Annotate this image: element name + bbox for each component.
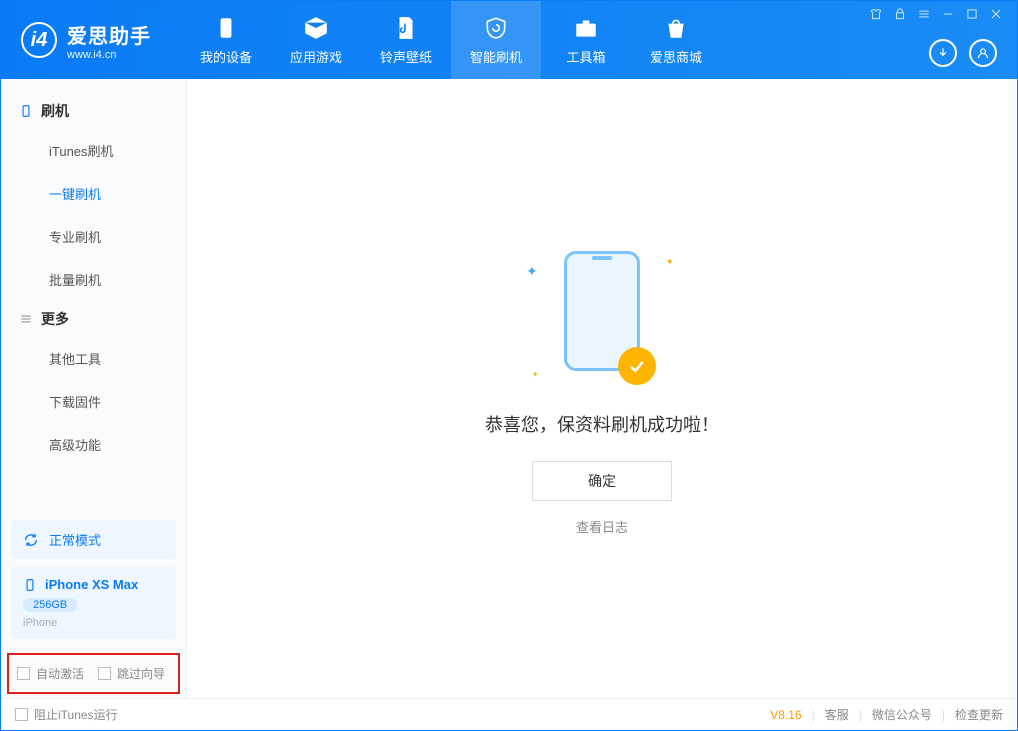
sidebar-item-batch-flash[interactable]: 批量刷机 <box>1 258 186 301</box>
checkbox-icon <box>15 708 28 721</box>
sidebar-item-download-firmware[interactable]: 下载固件 <box>1 380 186 423</box>
device-type: iPhone <box>23 617 164 629</box>
tab-label: 铃声壁纸 <box>380 47 432 66</box>
tab-my-device[interactable]: 我的设备 <box>181 1 271 79</box>
device-icon <box>213 15 239 41</box>
header-right-icons <box>929 39 997 67</box>
tab-label: 智能刷机 <box>470 47 522 66</box>
minimize-icon[interactable] <box>941 7 955 24</box>
app-window: i4 爱思助手 www.i4.cn 我的设备 应用游戏 铃声壁纸 智能刷机 <box>0 0 1018 731</box>
sync-icon <box>23 532 39 548</box>
header: i4 爱思助手 www.i4.cn 我的设备 应用游戏 铃声壁纸 智能刷机 <box>1 1 1017 79</box>
success-check-icon <box>618 347 656 385</box>
success-message: 恭喜您，保资料刷机成功啦！ <box>485 411 719 437</box>
device-capacity: 256GB <box>23 598 77 612</box>
cube-icon <box>303 15 329 41</box>
maximize-icon[interactable] <box>965 7 979 24</box>
list-icon <box>19 312 33 326</box>
support-link[interactable]: 客服 <box>825 706 849 723</box>
user-button[interactable] <box>969 39 997 67</box>
tab-ringtone-wallpaper[interactable]: 铃声壁纸 <box>361 1 451 79</box>
nav-tabs: 我的设备 应用游戏 铃声壁纸 智能刷机 工具箱 爱思商城 <box>181 1 721 79</box>
tab-label: 我的设备 <box>200 47 252 66</box>
sidebar-item-pro-flash[interactable]: 专业刷机 <box>1 215 186 258</box>
bag-icon <box>663 15 689 41</box>
window-controls <box>869 7 1003 24</box>
tab-label: 应用游戏 <box>290 47 342 66</box>
device-name: iPhone XS Max <box>45 577 138 592</box>
checkbox-label: 阻止iTunes运行 <box>34 706 118 723</box>
checkbox-icon <box>17 667 30 680</box>
success-graphic: ✦ ✦ ✦ <box>502 241 702 391</box>
phone-icon <box>23 578 37 592</box>
body: 刷机 iTunes刷机 一键刷机 专业刷机 批量刷机 更多 其他工具 下载固件 … <box>1 79 1017 698</box>
ok-button[interactable]: 确定 <box>532 461 672 501</box>
checkbox-auto-activate[interactable]: 自动激活 <box>17 665 84 682</box>
checkbox-label: 自动激活 <box>36 665 84 682</box>
view-log-link[interactable]: 查看日志 <box>576 517 628 536</box>
checkbox-skip-guide[interactable]: 跳过向导 <box>98 665 165 682</box>
tab-toolbox[interactable]: 工具箱 <box>541 1 631 79</box>
app-title: 爱思助手 <box>67 20 151 49</box>
section-label: 更多 <box>41 309 69 329</box>
section-label: 刷机 <box>41 101 69 121</box>
footer: 阻止iTunes运行 V8.16 | 客服 | 微信公众号 | 检查更新 <box>1 698 1017 730</box>
mode-box[interactable]: 正常模式 <box>11 520 176 559</box>
download-button[interactable] <box>929 39 957 67</box>
refresh-shield-icon <box>483 15 509 41</box>
sidebar-item-onekey-flash[interactable]: 一键刷机 <box>1 172 186 215</box>
logo-icon: i4 <box>21 22 57 58</box>
checkbox-block-itunes[interactable]: 阻止iTunes运行 <box>15 706 118 723</box>
phone-icon <box>19 104 33 118</box>
app-url: www.i4.cn <box>67 49 151 61</box>
checkbox-label: 跳过向导 <box>117 665 165 682</box>
sidebar-item-advanced[interactable]: 高级功能 <box>1 423 186 466</box>
shirt-icon[interactable] <box>869 7 883 24</box>
checkbox-icon <box>98 667 111 680</box>
version-label: V8.16 <box>770 708 801 722</box>
tab-store[interactable]: 爱思商城 <box>631 1 721 79</box>
tab-apps-games[interactable]: 应用游戏 <box>271 1 361 79</box>
sparkle-icon: ✦ <box>526 263 538 280</box>
close-icon[interactable] <box>989 7 1003 24</box>
highlighted-options: 自动激活 跳过向导 <box>7 653 180 694</box>
app-logo: i4 爱思助手 www.i4.cn <box>21 20 151 61</box>
sidebar-item-other-tools[interactable]: 其他工具 <box>1 337 186 380</box>
check-update-link[interactable]: 检查更新 <box>955 706 1003 723</box>
wechat-link[interactable]: 微信公众号 <box>872 706 932 723</box>
tab-label: 工具箱 <box>566 47 605 66</box>
sidebar-section-more: 更多 <box>1 301 186 337</box>
sidebar-section-flash: 刷机 <box>1 93 186 129</box>
main-content: ✦ ✦ ✦ 恭喜您，保资料刷机成功啦！ 确定 查看日志 <box>187 79 1017 698</box>
lock-icon[interactable] <box>893 7 907 24</box>
tab-label: 爱思商城 <box>650 47 702 66</box>
tab-smart-flash[interactable]: 智能刷机 <box>451 1 541 79</box>
sidebar: 刷机 iTunes刷机 一键刷机 专业刷机 批量刷机 更多 其他工具 下载固件 … <box>1 79 187 698</box>
sparkle-icon: ✦ <box>666 257 674 268</box>
sparkle-icon: ✦ <box>532 370 539 379</box>
music-file-icon <box>393 15 419 41</box>
mode-label: 正常模式 <box>49 530 101 549</box>
toolbox-icon <box>573 15 599 41</box>
menu-icon[interactable] <box>917 7 931 24</box>
sidebar-item-itunes-flash[interactable]: iTunes刷机 <box>1 129 186 172</box>
device-info[interactable]: iPhone XS Max 256GB iPhone <box>11 567 176 639</box>
